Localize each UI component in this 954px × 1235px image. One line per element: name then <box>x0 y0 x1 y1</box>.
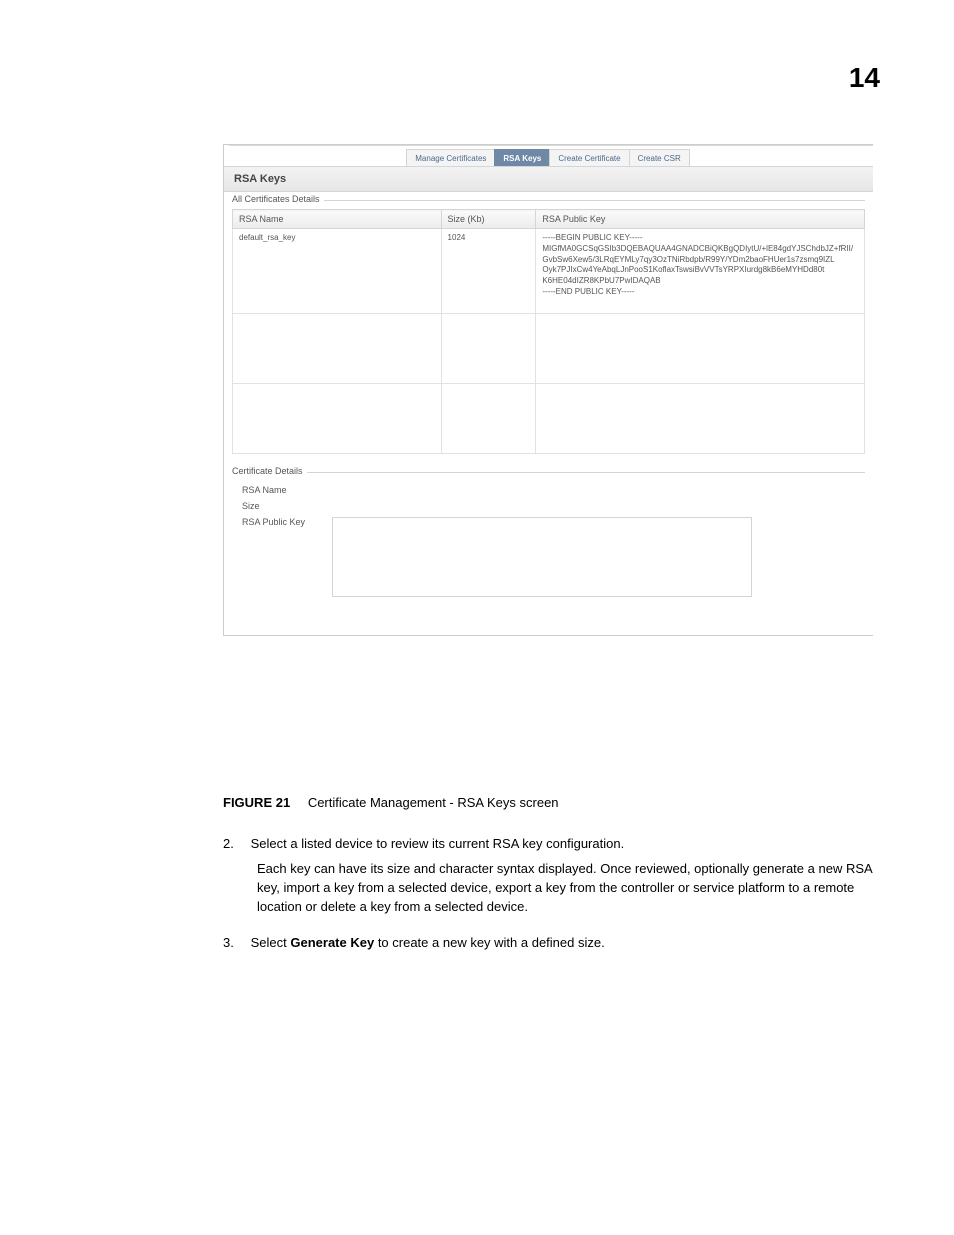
detail-row-size: Size <box>242 501 865 511</box>
pubkey-line: K6HE04dIZR8KPbU7PwIDAQAB <box>542 276 858 287</box>
rsa-keys-screenshot: Manage Certificates RSA Keys Create Cert… <box>223 144 873 636</box>
cell-size: 1024 <box>441 229 536 314</box>
table-row[interactable]: default_rsa_key 1024 -----BEGIN PUBLIC K… <box>233 229 865 314</box>
step-text: Select a listed device to review its cur… <box>251 836 625 851</box>
cell-public-key: -----BEGIN PUBLIC KEY----- MIGfMA0GCSqGS… <box>536 229 865 314</box>
pubkey-line: -----BEGIN PUBLIC KEY----- <box>542 233 858 244</box>
tab-create-certificate[interactable]: Create Certificate <box>549 149 629 166</box>
details-legend: Certificate Details <box>232 466 307 476</box>
step-2: 2. Select a listed device to review its … <box>223 835 873 854</box>
cell-empty <box>536 314 865 384</box>
table-row[interactable] <box>233 314 865 384</box>
col-header-rsa-name[interactable]: RSA Name <box>233 210 442 229</box>
step-2-description: Each key can have its size and character… <box>257 860 873 917</box>
step3-pre: Select <box>251 935 291 950</box>
pubkey-line: GvbSw6Xew5/3LRqEYMLy7qy3OzTNiRbdpb/R99Y/… <box>542 255 858 266</box>
tab-create-csr[interactable]: Create CSR <box>629 149 690 166</box>
rsa-keys-table: RSA Name Size (Kb) RSA Public Key defaul… <box>232 209 865 454</box>
cell-empty <box>233 384 442 454</box>
cell-rsa-name: default_rsa_key <box>233 229 442 314</box>
pubkey-line: -----END PUBLIC KEY----- <box>542 287 858 298</box>
tab-rsa-keys[interactable]: RSA Keys <box>494 149 550 166</box>
figure-label: FIGURE 21 <box>223 795 290 810</box>
cell-empty <box>536 384 865 454</box>
tab-bar: Manage Certificates RSA Keys Create Cert… <box>224 145 873 167</box>
certificate-details-fieldset: Certificate Details RSA Name Size RSA Pu… <box>232 472 865 627</box>
step-number: 3. <box>223 934 247 953</box>
cell-empty <box>441 384 536 454</box>
table-row[interactable] <box>233 384 865 454</box>
pubkey-line: Oyk7PJIxCw4YeAbqLJnPooS1KoflaxTswsiBvVVT… <box>542 265 858 276</box>
detail-label: Size <box>242 501 332 511</box>
page-number: 14 <box>849 62 880 94</box>
fieldset-legend: All Certificates Details <box>232 194 324 204</box>
step-number: 2. <box>223 835 247 854</box>
cell-empty <box>233 314 442 384</box>
step-text: Select Generate Key to create a new key … <box>251 935 605 950</box>
pubkey-line: MIGfMA0GCSqGSIb3DQEBAQUAA4GNADCBiQKBgQDI… <box>542 244 858 255</box>
col-header-public-key[interactable]: RSA Public Key <box>536 210 865 229</box>
figure-caption-text: Certificate Management - RSA Keys screen <box>308 795 559 810</box>
detail-row-pubkey: RSA Public Key <box>242 517 865 597</box>
panel-title: RSA Keys <box>224 167 873 192</box>
step3-post: to create a new key with a defined size. <box>374 935 605 950</box>
all-certificates-fieldset: All Certificates Details RSA Name Size (… <box>232 200 865 454</box>
figure-caption: FIGURE 21 Certificate Management - RSA K… <box>223 795 559 810</box>
generate-key-bold: Generate Key <box>290 935 374 950</box>
detail-label: RSA Public Key <box>242 517 332 527</box>
cell-empty <box>441 314 536 384</box>
detail-label: RSA Name <box>242 485 332 495</box>
step-3: 3. Select Generate Key to create a new k… <box>223 934 873 953</box>
detail-row-rsa-name: RSA Name <box>242 485 865 495</box>
col-header-size[interactable]: Size (Kb) <box>441 210 536 229</box>
tab-manage-certificates[interactable]: Manage Certificates <box>406 149 495 166</box>
pubkey-textarea[interactable] <box>332 517 752 597</box>
